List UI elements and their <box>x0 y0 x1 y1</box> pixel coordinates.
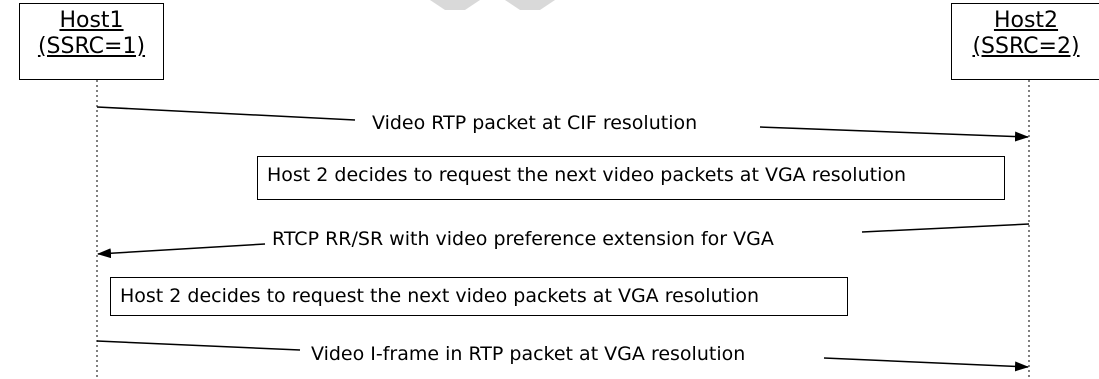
note-host2-decision-1: Host 2 decides to request the next video… <box>257 156 1005 200</box>
message-arrow-3b <box>823 357 1029 372</box>
host1-name: Host1 <box>59 8 124 33</box>
note-host2-decision-2: Host 2 decides to request the next video… <box>110 277 848 316</box>
host2-box: Host2 (SSRC=2) <box>951 3 1099 80</box>
message-arrow-1a <box>96 106 356 121</box>
host1-ssrc: (SSRC=1) <box>37 34 146 59</box>
message-arrow-2b <box>97 243 266 259</box>
host2-ssrc: (SSRC=2) <box>972 34 1080 59</box>
message-arrow-2a <box>861 223 1030 233</box>
host1-box: Host1 (SSRC=1) <box>19 3 164 80</box>
message-arrow-3a <box>96 340 301 351</box>
message-label-2: RTCP RR/SR with video preference extensi… <box>270 228 776 250</box>
message-label-3: Video I-frame in RTP packet at VGA resol… <box>309 343 748 365</box>
host2-name: Host2 <box>993 8 1059 33</box>
message-arrow-1b <box>759 126 1029 142</box>
message-label-1: Video RTP packet at CIF resolution <box>370 112 700 134</box>
